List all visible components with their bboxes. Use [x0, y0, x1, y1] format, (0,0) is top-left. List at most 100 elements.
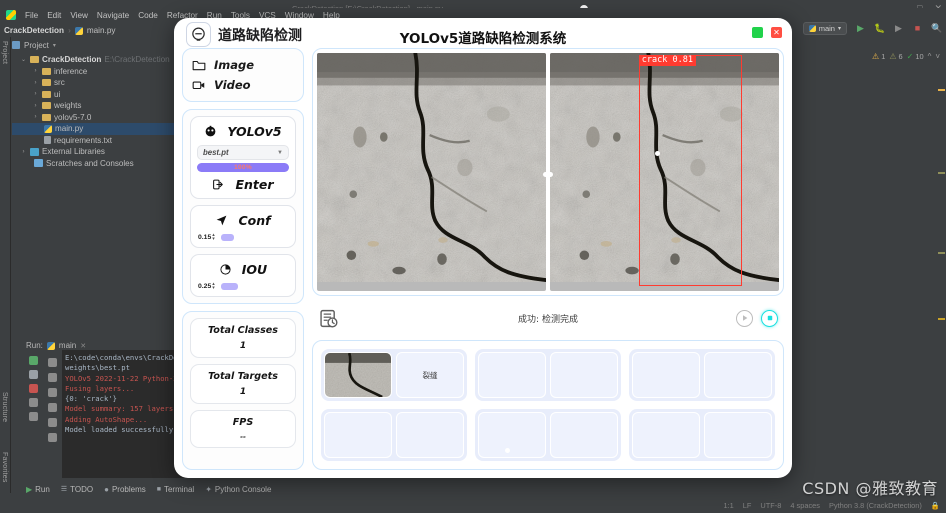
result-label-cell[interactable]	[704, 352, 772, 398]
breadcrumb-file[interactable]: main.py	[87, 26, 116, 35]
tree-arrow-icon[interactable]: ›	[32, 91, 39, 97]
app-window[interactable]: 道路缺陷检测 YOLOv5道路缺陷检测系统 ✕ Image Video YOLO…	[174, 18, 792, 478]
tree-row[interactable]: › External Libraries	[12, 146, 186, 158]
app-window-buttons[interactable]: ✕	[752, 27, 782, 38]
tree-label[interactable]: Scratches and Consoles	[46, 159, 134, 168]
tree-label[interactable]: yolov5-7.0	[54, 113, 91, 122]
tree-arrow-icon[interactable]: ›	[32, 103, 39, 109]
ide-run-toolbar[interactable]: main ▾ ▶ 🐛 ▶ ■ 🔍	[802, 22, 942, 35]
menu-view[interactable]: View	[70, 11, 88, 20]
tree-row[interactable]: › inference	[12, 66, 186, 78]
chevron-down-icon[interactable]: ˅	[935, 52, 940, 61]
tree-label[interactable]: External Libraries	[42, 147, 105, 156]
tree-row[interactable]: Scratches and Consoles	[12, 158, 186, 170]
image-source-button[interactable]: Image	[190, 55, 296, 75]
result-thumbnail-cell[interactable]	[478, 352, 546, 398]
video-source-button[interactable]: Video	[190, 75, 296, 95]
tree-row-main-py[interactable]: main.py	[12, 123, 186, 135]
inspection-widget[interactable]: ⚠ 1 ⚠ 6 ✓ 10 ^ ˅	[872, 52, 940, 61]
lock-icon[interactable]: 🔒	[931, 501, 940, 510]
menu-file[interactable]: File	[25, 11, 38, 20]
run-button[interactable]: ▶	[855, 23, 866, 34]
iou-controls[interactable]: 0.25 ▴ ▾	[197, 281, 289, 291]
tree-arrow-icon[interactable]: ›	[32, 80, 39, 86]
result-thumbnail-cell[interactable]	[478, 412, 546, 458]
close-icon[interactable]: ✕	[80, 342, 86, 350]
app-close-button[interactable]: ✕	[771, 27, 782, 38]
tree-arrow-icon[interactable]: ⌄	[20, 56, 27, 63]
chevron-down-icon[interactable]: ▾	[838, 25, 841, 32]
bottom-tab-terminal[interactable]: ■ Terminal	[157, 485, 194, 494]
app-minimize-button[interactable]	[752, 27, 763, 38]
warning-chip[interactable]: ⚠ 1	[872, 52, 885, 61]
tree-label[interactable]: weights	[54, 101, 81, 110]
bottom-tab-python-console[interactable]: ✦ Python Console	[205, 485, 271, 494]
play-button[interactable]	[736, 309, 753, 327]
bottom-tab-todo[interactable]: ☰ TODO	[61, 485, 93, 494]
scroll-down-icon[interactable]	[47, 373, 57, 382]
tree-row[interactable]: › ui	[12, 89, 186, 101]
gutter-warning-mark[interactable]	[938, 318, 945, 320]
gutter-warning-mark[interactable]	[938, 89, 945, 91]
result-label-cell[interactable]: 裂缝	[396, 352, 464, 398]
weak-warning-chip[interactable]: ⚠ 6	[889, 52, 902, 61]
file-encoding[interactable]: UTF-8	[760, 501, 781, 510]
typo-chip[interactable]: ✓ 10	[907, 52, 924, 61]
run-configuration-selector[interactable]: main ▾	[802, 22, 847, 35]
run-secondary-toolbar[interactable]	[43, 352, 61, 485]
tool-window-project-label[interactable]: Project	[1, 41, 8, 64]
menu-edit[interactable]: Edit	[47, 11, 61, 20]
debug-button[interactable]: 🐛	[874, 23, 885, 34]
scroll-up-icon[interactable]	[47, 358, 57, 367]
menu-navigate[interactable]: Navigate	[97, 11, 129, 20]
tree-label[interactable]: inference	[54, 67, 87, 76]
result-thumbnail-cell[interactable]	[632, 412, 700, 458]
breadcrumb-project[interactable]: CrackDetection	[4, 26, 64, 35]
tool-window-structure-label[interactable]: Structure	[1, 392, 8, 422]
result-thumbnail-cell[interactable]	[632, 352, 700, 398]
iou-slider[interactable]	[220, 283, 238, 290]
gutter-weak-warning-mark[interactable]	[938, 172, 945, 174]
clear-all-icon[interactable]	[47, 433, 57, 442]
coverage-button[interactable]: ▶	[893, 23, 904, 34]
chevron-down-icon[interactable]: ▼	[277, 150, 283, 156]
run-toolbar[interactable]	[22, 352, 44, 485]
stop-icon[interactable]	[28, 384, 38, 393]
tree-label[interactable]: requirements.txt	[54, 136, 112, 145]
pin-icon[interactable]	[28, 412, 38, 421]
tree-label[interactable]: CrackDetection	[42, 55, 101, 64]
stop-button[interactable]	[761, 309, 778, 327]
project-panel-header[interactable]: Project ▾	[12, 38, 182, 52]
gutter-weak-warning-mark[interactable]	[938, 252, 945, 254]
tree-arrow-icon[interactable]: ›	[20, 149, 27, 155]
menu-code[interactable]: Code	[138, 11, 158, 20]
weights-select[interactable]: best.pt ▼	[197, 145, 289, 160]
soft-wrap-icon[interactable]	[47, 388, 57, 397]
result-label-cell[interactable]	[396, 412, 464, 458]
search-icon[interactable]: 🔍	[931, 23, 942, 34]
chevron-down-icon[interactable]: ▾	[53, 42, 56, 49]
stop-button[interactable]: ■	[912, 23, 923, 34]
conf-spinbox[interactable]: 0.15 ▴ ▾	[198, 233, 215, 241]
enter-button[interactable]: Enter	[197, 174, 289, 193]
editor-right-gutter[interactable]	[936, 64, 946, 497]
spinner-arrows-icon[interactable]: ▴ ▾	[212, 282, 215, 290]
detection-result-image[interactable]: crack 0.81	[550, 53, 779, 291]
run-tool-window-tab[interactable]: Run: main ✕	[26, 341, 86, 350]
iou-spinbox[interactable]: 0.25 ▴ ▾	[198, 282, 215, 290]
conf-controls[interactable]: 0.15 ▴ ▾	[197, 232, 289, 242]
result-thumbnail-cell[interactable]	[324, 352, 392, 398]
ide-status-right[interactable]: 1:1 LF UTF-8 4 spaces Python 3.8 (CrackD…	[724, 501, 941, 510]
result-label-cell[interactable]	[704, 412, 772, 458]
caret-position[interactable]: 1:1	[724, 501, 734, 510]
python-interpreter[interactable]: Python 3.8 (CrackDetection)	[829, 501, 922, 510]
tree-row[interactable]: › yolov5-7.0	[12, 112, 186, 124]
tree-row[interactable]: ⌄ CrackDetection E:\CrackDetection	[12, 54, 186, 66]
result-thumbnail-cell[interactable]	[324, 412, 392, 458]
playback-controls[interactable]	[736, 309, 778, 327]
tree-row[interactable]: › weights	[12, 100, 186, 112]
chevron-up-icon[interactable]: ^	[928, 52, 932, 61]
run-config-tab-label[interactable]: main	[59, 341, 76, 350]
tree-label[interactable]: src	[54, 78, 65, 87]
bottom-tab-problems[interactable]: ● Problems	[104, 485, 146, 494]
